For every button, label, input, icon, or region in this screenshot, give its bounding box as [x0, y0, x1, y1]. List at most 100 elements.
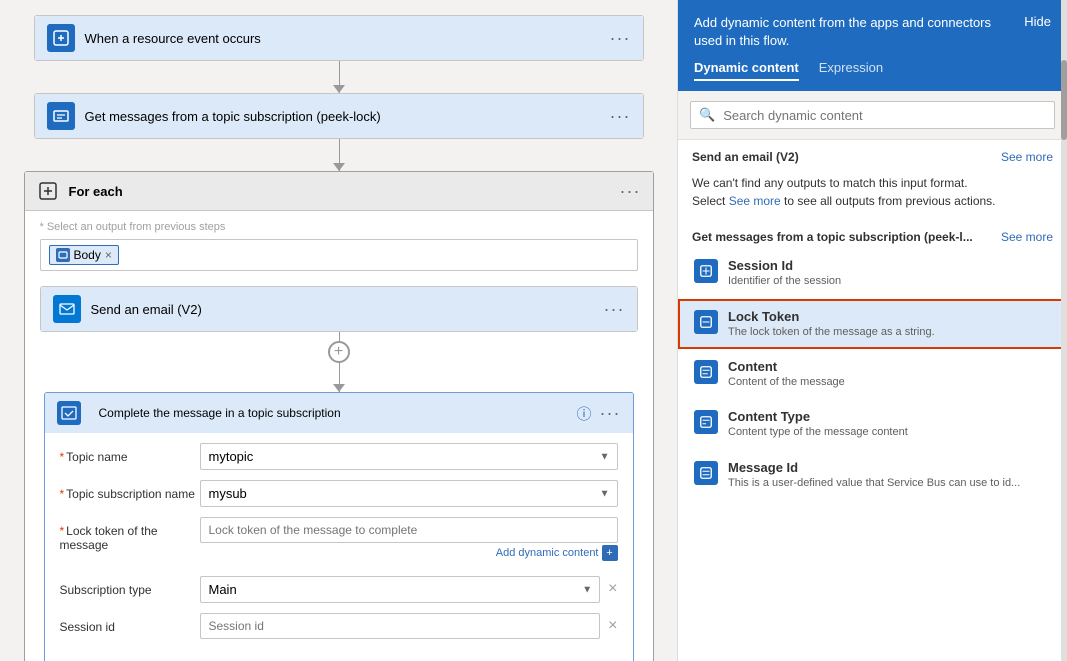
step-send-email: Send an email (V2) ···: [40, 286, 638, 332]
message-id-text: Message Id This is a user-defined value …: [728, 460, 1051, 490]
panel-header-text: Add dynamic content from the apps and co…: [694, 14, 1004, 50]
message-id-item[interactable]: Message Id This is a user-defined value …: [678, 450, 1067, 500]
select-subscription-name[interactable]: mysub: [200, 480, 618, 507]
label-subscription-name: *Topic subscription name: [60, 480, 200, 501]
dynamic-panel: Add dynamic content from the apps and co…: [677, 0, 1067, 661]
get-messages-see-more[interactable]: See more: [1001, 230, 1053, 244]
complete-step: Complete the message in a topic subscrip…: [44, 392, 634, 661]
complete-step-icon: [57, 401, 81, 425]
step-get-messages-header: Get messages from a topic subscription (…: [35, 94, 643, 138]
tag-icon: [56, 248, 70, 262]
connector-3: [40, 372, 638, 392]
send-email-section-label: Send an email (V2): [692, 150, 799, 164]
content-type-desc: Content type of the message content: [728, 425, 1051, 439]
complete-step-form: *Topic name mytopic ▼: [45, 433, 633, 659]
step-get-messages: Get messages from a topic subscription (…: [34, 93, 644, 139]
lock-token-icon: [694, 310, 718, 334]
delete-subscription-type[interactable]: ×: [608, 576, 617, 598]
search-input[interactable]: [723, 108, 1046, 123]
session-id-name: Session Id: [728, 258, 1051, 273]
lock-token-input-wrapper: Add dynamic content +: [200, 517, 618, 543]
form-row-lock-token: *Lock token of the message Add dynamic c…: [60, 517, 618, 552]
content-item[interactable]: Content Content of the message: [678, 349, 1067, 399]
select-topic-name[interactable]: mytopic: [200, 443, 618, 470]
connector-2: [20, 139, 657, 171]
form-row-session-id: Session id ×: [60, 613, 618, 639]
form-row-topic-name: *Topic name mytopic ▼: [60, 443, 618, 470]
content-type-name: Content Type: [728, 409, 1051, 424]
inner-steps: Send an email (V2) ··· + Complete the me…: [25, 281, 653, 661]
label-lock-token: *Lock token of the message: [60, 517, 200, 552]
info-icon[interactable]: ⓘ: [577, 403, 592, 424]
session-id-desc: Identifier of the session: [728, 274, 1051, 288]
label-subscription-type: Subscription type: [60, 576, 200, 597]
lock-token-text: Lock Token The lock token of the message…: [728, 309, 1051, 339]
search-box: 🔍: [690, 101, 1055, 129]
flow-area: When a resource event occurs ··· Get mes…: [0, 0, 677, 661]
scrollbar-thumb[interactable]: [1061, 60, 1067, 140]
content-text: Content Content of the message: [728, 359, 1051, 389]
for-each-container: For each ··· * Select an output from pre…: [24, 171, 654, 661]
content-type-text: Content Type Content type of the message…: [728, 409, 1051, 439]
content-type-item[interactable]: Content Type Content type of the message…: [678, 399, 1067, 449]
control-subscription-name: mysub ▼: [200, 480, 618, 507]
control-lock-token: Add dynamic content +: [200, 517, 618, 543]
session-id-item[interactable]: Session Id Identifier of the session: [678, 248, 1067, 298]
content-type-icon: [694, 410, 718, 434]
tab-dynamic-content[interactable]: Dynamic content: [694, 60, 799, 81]
arrow-1: [333, 85, 345, 93]
session-id-text: Session Id Identifier of the session: [728, 258, 1051, 288]
see-more-link[interactable]: See more: [729, 194, 781, 208]
connector-1: [20, 61, 657, 93]
add-dynamic-content-link[interactable]: Add dynamic content +: [496, 545, 618, 561]
hide-link[interactable]: Hide: [1024, 14, 1051, 29]
control-subscription-type: Main ▼: [200, 576, 601, 603]
lock-token-item[interactable]: Lock Token The lock token of the message…: [678, 299, 1067, 349]
lock-token-name: Lock Token: [728, 309, 1051, 324]
send-email-see-more[interactable]: See more: [1001, 150, 1053, 164]
panel-header: Add dynamic content from the apps and co…: [678, 0, 1067, 91]
select-output-label: * Select an output from previous steps: [40, 221, 638, 233]
label-topic-name: *Topic name: [60, 443, 200, 464]
form-row-subscription-name: *Topic subscription name mysub ▼: [60, 480, 618, 507]
connector-plus: +: [40, 332, 638, 372]
for-each-icon: [37, 180, 59, 202]
complete-step-menu[interactable]: ···: [600, 403, 621, 424]
no-match-text: We can't find any outputs to match this …: [678, 168, 1067, 220]
step-resource-event-header: When a resource event occurs ···: [35, 16, 643, 60]
panel-content: Send an email (V2) See more We can't fin…: [678, 140, 1067, 661]
get-messages-section-label: Get messages from a topic subscription (…: [692, 230, 973, 244]
form-row-subscription-type: Subscription type Main ▼ ×: [60, 576, 618, 603]
step-resource-event: When a resource event occurs ···: [34, 15, 644, 61]
get-messages-section-header: Get messages from a topic subscription (…: [678, 220, 1067, 248]
delete-session-id[interactable]: ×: [608, 613, 617, 635]
session-id-input[interactable]: [200, 613, 601, 639]
message-id-icon: [694, 461, 718, 485]
content-icon: [694, 360, 718, 384]
step-send-email-icon: [53, 295, 81, 323]
for-each-menu[interactable]: ···: [620, 181, 641, 202]
step-resource-event-icon: [47, 24, 75, 52]
lock-token-input[interactable]: [200, 517, 618, 543]
step-resource-event-menu[interactable]: ···: [610, 28, 631, 49]
control-session-id: [200, 613, 601, 639]
search-icon: 🔍: [699, 107, 715, 123]
body-tag-input[interactable]: Body ×: [40, 239, 638, 271]
panel-search: 🔍: [678, 91, 1067, 140]
body-tag-close[interactable]: ×: [105, 248, 112, 262]
message-id-desc: This is a user-defined value that Servic…: [728, 476, 1051, 490]
label-session-id: Session id: [60, 613, 200, 634]
tab-expression[interactable]: Expression: [819, 60, 883, 81]
for-each-title: For each: [69, 184, 620, 199]
step-send-email-menu[interactable]: ···: [604, 299, 625, 320]
for-each-body: * Select an output from previous steps B…: [25, 211, 653, 281]
body-tag: Body ×: [49, 245, 119, 265]
select-subscription-type[interactable]: Main: [200, 576, 601, 603]
panel-tabs: Dynamic content Expression: [694, 60, 1051, 81]
step-get-messages-menu[interactable]: ···: [610, 106, 631, 127]
complete-step-title: Complete the message in a topic subscrip…: [99, 406, 577, 420]
arrow-2: [333, 163, 345, 171]
plus-button[interactable]: +: [328, 341, 350, 363]
step-get-messages-title: Get messages from a topic subscription (…: [85, 109, 610, 124]
body-tag-label: Body: [74, 248, 101, 262]
